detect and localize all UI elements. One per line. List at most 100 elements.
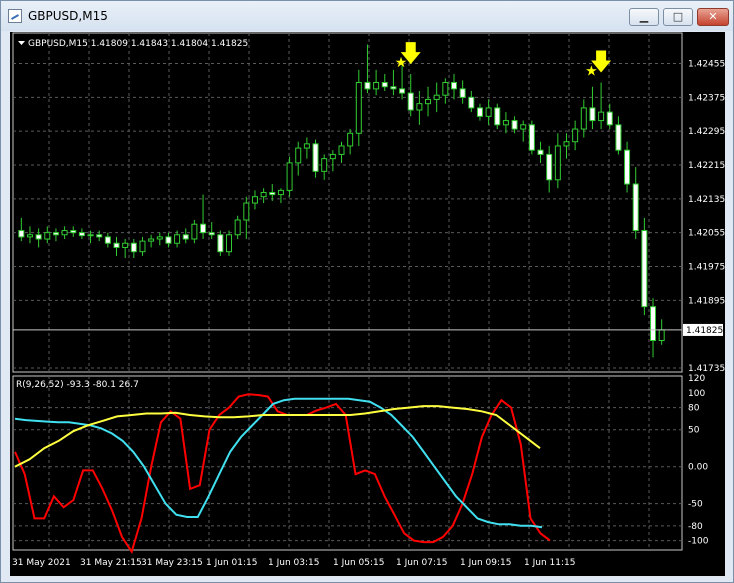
candle-body — [494, 107, 501, 126]
candle-body — [364, 82, 371, 90]
indicator-tick-label: 80 — [688, 404, 700, 414]
candle-body — [355, 82, 362, 134]
maximize-icon: □ — [672, 10, 684, 23]
close-icon: ✕ — [708, 10, 718, 23]
candle-body — [641, 230, 648, 308]
candle-body — [502, 120, 509, 126]
time-axis-label: 1 Jun 07:15 — [396, 558, 447, 568]
candle-body — [450, 82, 457, 90]
candle-body — [572, 128, 579, 143]
candle-body — [269, 191, 276, 196]
close-button[interactable]: ✕ — [697, 8, 729, 26]
current-price-label: 1.41825 — [686, 326, 723, 336]
candle-body — [26, 234, 33, 238]
candle-body — [580, 107, 587, 130]
main-plot-frame — [12, 32, 683, 373]
maximize-button[interactable]: □ — [663, 8, 693, 26]
candle-body — [312, 143, 319, 172]
candle-body — [303, 143, 310, 149]
indicator-tick-label: 0.00 — [688, 463, 708, 473]
chart-window-icon — [8, 9, 22, 23]
candle-body — [537, 149, 544, 155]
price-tick-label: 1.41735 — [688, 364, 725, 374]
cyan-indicator-line — [14, 397, 543, 529]
candle-body — [598, 111, 605, 122]
candle-body — [277, 189, 284, 196]
chart-area[interactable]: 1.42455 1.42375 1.42295 1.42215 1.42135 1.420… — [10, 32, 725, 576]
candle-body — [658, 329, 665, 342]
red-indicator-line — [14, 393, 551, 555]
candle-body — [433, 94, 440, 100]
indicator-tick-label: -80 — [688, 522, 703, 532]
candle-body — [18, 230, 25, 238]
candle-body — [425, 98, 432, 105]
candle-body — [234, 219, 241, 236]
star-icon: ★ — [395, 55, 408, 71]
candle-body — [511, 120, 518, 130]
candle-body — [459, 88, 466, 98]
candle-body — [520, 124, 527, 130]
candle-body — [87, 234, 94, 237]
candle-body — [182, 234, 189, 240]
time-axis-label: 1 Jun 01:15 — [206, 558, 257, 568]
yellow-indicator-line — [14, 405, 541, 468]
indicator-tick-label: -100 — [688, 537, 709, 547]
candle-body — [44, 232, 51, 240]
candle-body — [104, 236, 111, 244]
indicator-label: R(9,26,52) -93.3 -80.1 26.7 — [16, 380, 139, 390]
candle-body — [165, 236, 172, 244]
candle-body — [113, 242, 120, 248]
price-tick-label: 1.41895 — [688, 296, 725, 306]
chart-window: GBPUSD,M15 ▁ □ ✕ 1.42455 1.42375 1.42295 1.… — [0, 0, 734, 583]
star-icon: ★ — [585, 64, 598, 80]
candle-body — [208, 232, 215, 236]
candle-body — [96, 234, 103, 238]
indicator-tick-label: -50 — [688, 500, 703, 510]
price-tick-label: 1.41975 — [688, 262, 725, 272]
candle-body — [373, 82, 380, 90]
time-axis-label: 1 Jun 05:15 — [333, 558, 384, 568]
time-axis-label: 31 May 23:15 — [141, 558, 203, 568]
candle-body — [191, 223, 198, 240]
minimize-icon: ▁ — [639, 10, 649, 23]
time-axis-label: 1 Jun 11:15 — [524, 558, 575, 568]
candle-body — [563, 141, 570, 147]
time-axis-label: 1 Jun 09:15 — [460, 558, 511, 568]
candle-body — [528, 124, 535, 151]
price-tick-label: 1.42455 — [688, 59, 725, 69]
symbol-info-label: GBPUSD,M15 1.41809 1.41843 1.41804 1.418… — [28, 39, 248, 49]
candle-body — [632, 183, 639, 232]
candle-body — [329, 153, 336, 160]
candle-body — [226, 234, 233, 253]
candle-body — [485, 107, 492, 117]
chart-canvas[interactable]: 1.42455 1.42375 1.42295 1.42215 1.42135 1.420… — [10, 32, 725, 576]
candle-body — [468, 96, 475, 109]
indicator-plot-frame — [12, 375, 683, 551]
candle-body — [286, 162, 293, 191]
candle-body — [70, 230, 77, 234]
candle-body — [606, 111, 613, 126]
candle-body — [589, 107, 596, 122]
candle-body — [217, 234, 224, 253]
price-tick-label: 1.42135 — [688, 195, 725, 205]
candle-body — [78, 232, 85, 237]
candle-body — [243, 202, 250, 221]
candle-body — [442, 82, 449, 96]
candle-body — [61, 230, 68, 236]
candle-body — [130, 242, 137, 253]
candle-body — [139, 240, 146, 253]
title-bar[interactable]: GBPUSD,M15 ▁ □ ✕ — [1, 1, 733, 31]
candle-body — [416, 103, 423, 111]
candle-body — [381, 82, 388, 88]
candle-body — [156, 236, 163, 240]
time-axis-label: 31 May 2021 — [12, 558, 71, 568]
candle-body — [624, 149, 631, 185]
candle-body — [35, 234, 42, 240]
candle-body — [148, 238, 155, 242]
minimize-button[interactable]: ▁ — [629, 8, 659, 26]
price-tick-label: 1.42295 — [688, 127, 725, 137]
time-axis-label: 1 Jun 03:15 — [268, 558, 319, 568]
indicator-tick-label: 100 — [688, 389, 705, 399]
candle-body — [650, 306, 657, 342]
window-title: GBPUSD,M15 — [28, 9, 108, 23]
